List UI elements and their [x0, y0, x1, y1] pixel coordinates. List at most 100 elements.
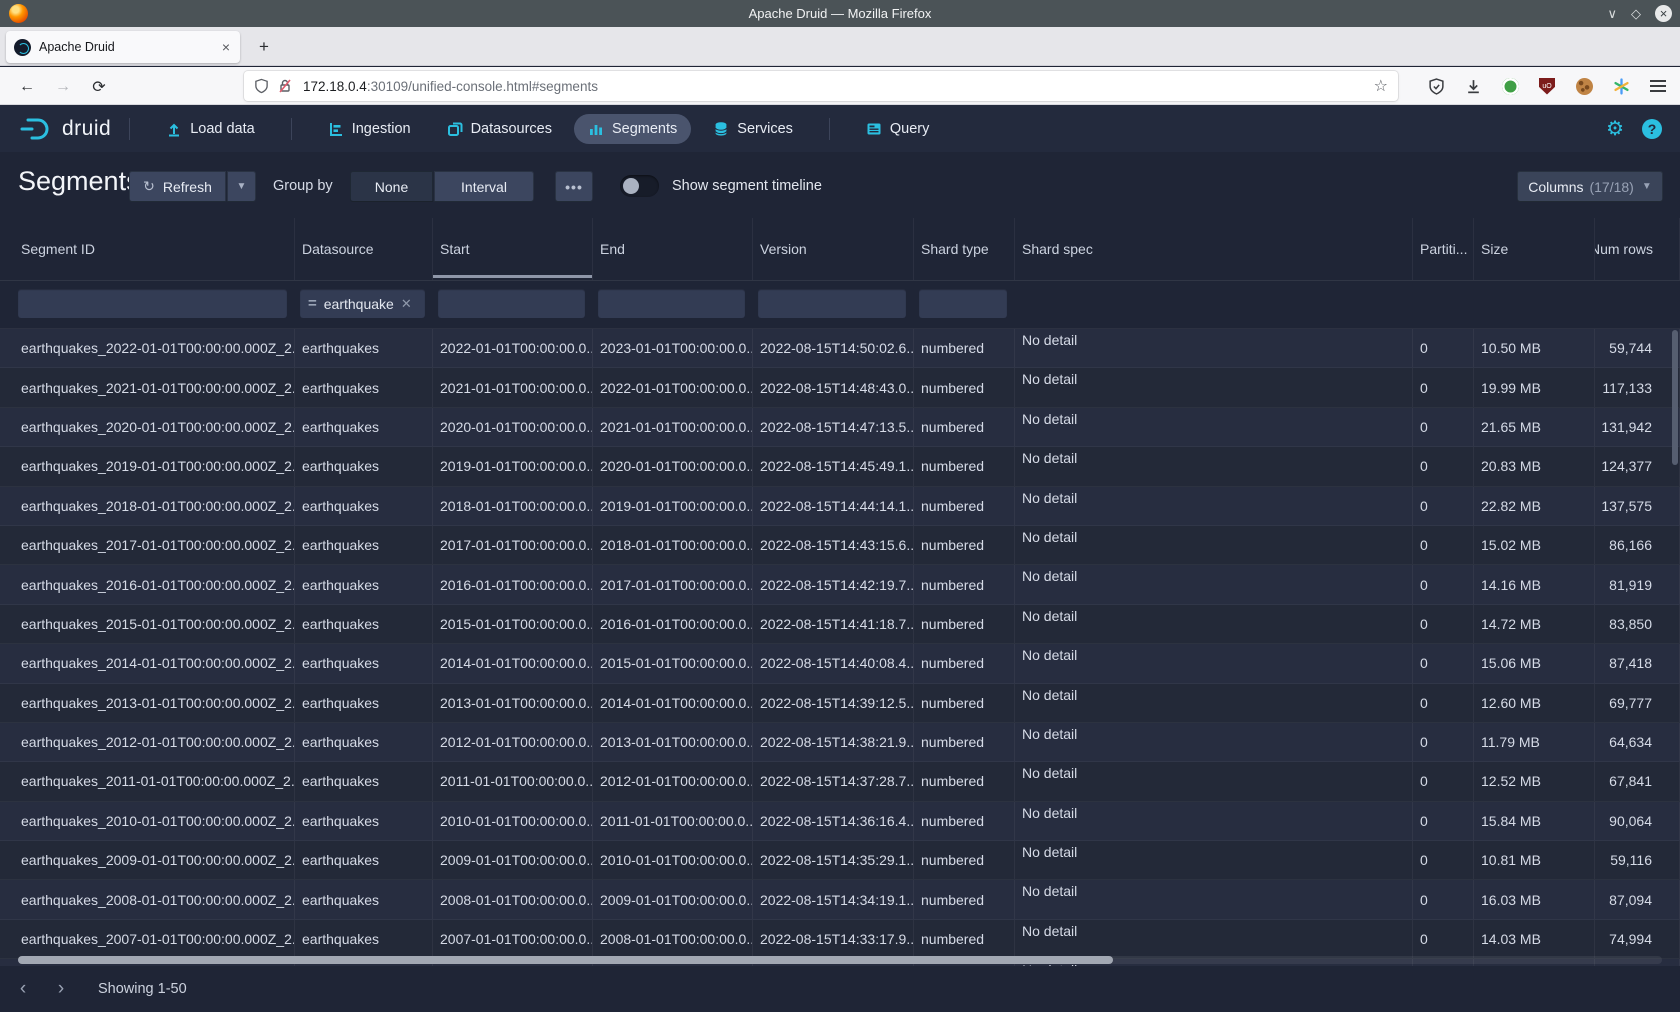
- group-by-none-button[interactable]: None: [350, 171, 433, 202]
- nav-item-datasources[interactable]: Datasources: [433, 114, 566, 144]
- column-header-datasource[interactable]: Datasource: [295, 218, 433, 280]
- druid-logo[interactable]: druid: [20, 116, 111, 142]
- column-header-num-rows[interactable]: Num rows: [1595, 218, 1680, 280]
- cell-segment-id[interactable]: earthquakes_2008-01-01T00:00:00.000Z_2..…: [0, 880, 295, 918]
- cell-shard-spec[interactable]: No detail: [1015, 329, 1413, 367]
- back-button[interactable]: ←: [14, 74, 40, 100]
- browser-window: Apache Druid — Mozilla Firefox ∨ ◇ × Apa…: [0, 0, 1680, 1012]
- tab-close-icon[interactable]: ×: [220, 39, 232, 55]
- filter-input-end[interactable]: [598, 289, 745, 318]
- filter-input-version[interactable]: [758, 289, 906, 318]
- nav-item-load-data[interactable]: Load data: [152, 114, 269, 144]
- cell-shard-spec[interactable]: No detail: [1015, 368, 1413, 406]
- settings-gear-icon[interactable]: ⚙: [1606, 116, 1624, 141]
- next-page-button[interactable]: ›: [46, 974, 76, 1004]
- cell-partiti-: 0: [1413, 920, 1474, 958]
- horizontal-scrollbar[interactable]: [18, 956, 1662, 964]
- ublock-origin-icon[interactable]: uO: [1537, 76, 1557, 96]
- refresh-dropdown-button[interactable]: ▼: [227, 171, 256, 202]
- column-header-segment-id[interactable]: Segment ID: [0, 218, 295, 280]
- cell-segment-id[interactable]: earthquakes_2016-01-01T00:00:00.000Z_2..…: [0, 565, 295, 603]
- cell-shard-spec[interactable]: No detail: [1015, 565, 1413, 603]
- cell-shard-type: numbered: [914, 880, 1015, 918]
- cell-shard-spec[interactable]: No detail: [1015, 684, 1413, 722]
- browser-tab[interactable]: Apache Druid ×: [6, 31, 240, 63]
- url-bar[interactable]: 172.18.0.4:30109/unified-console.html#se…: [244, 71, 1398, 101]
- cell-shard-spec[interactable]: No detail: [1015, 526, 1413, 564]
- cell-segment-id[interactable]: earthquakes_2012-01-01T00:00:00.000Z_2..…: [0, 723, 295, 761]
- reload-button[interactable]: ⟳: [86, 74, 112, 100]
- cookie-extension-icon[interactable]: [1574, 76, 1594, 96]
- filter-cell: [753, 281, 914, 328]
- cell-segment-id[interactable]: earthquakes_2013-01-01T00:00:00.000Z_2..…: [0, 684, 295, 722]
- cell-segment-id[interactable]: earthquakes_2020-01-01T00:00:00.000Z_2..…: [0, 408, 295, 446]
- cell-segment-id[interactable]: earthquakes_2009-01-01T00:00:00.000Z_2..…: [0, 841, 295, 879]
- column-header-shard-spec[interactable]: Shard spec: [1015, 218, 1413, 280]
- extension-green-icon[interactable]: [1500, 76, 1520, 96]
- insecure-lock-icon[interactable]: [277, 78, 293, 94]
- previous-page-button[interactable]: ‹: [8, 974, 38, 1004]
- filter-input-datasource[interactable]: =earthquake✕: [300, 289, 425, 318]
- menu-hamburger-icon[interactable]: [1648, 76, 1668, 96]
- cell-shard-spec[interactable]: No detail: [1015, 605, 1413, 643]
- cell-shard-spec[interactable]: No detail: [1015, 408, 1413, 446]
- multicolor-asterisk-extension-icon[interactable]: [1611, 76, 1631, 96]
- cell-shard-spec[interactable]: No detail: [1015, 487, 1413, 525]
- cell-shard-spec[interactable]: No detail: [1015, 762, 1413, 800]
- cell-segment-id[interactable]: earthquakes_2018-01-01T00:00:00.000Z_2..…: [0, 487, 295, 525]
- cell-shard-spec[interactable]: No detail: [1015, 723, 1413, 761]
- cell-segment-id[interactable]: earthquakes_2019-01-01T00:00:00.000Z_2..…: [0, 447, 295, 485]
- vertical-scrollbar-thumb[interactable]: [1672, 330, 1678, 465]
- filter-input-start[interactable]: [438, 289, 585, 318]
- cell-segment-id[interactable]: earthquakes_2007-01-01T00:00:00.000Z_2..…: [0, 920, 295, 958]
- cell-segment-id[interactable]: earthquakes_2015-01-01T00:00:00.000Z_2..…: [0, 605, 295, 643]
- cell-shard-spec[interactable]: No detail: [1015, 447, 1413, 485]
- cell-segment-id[interactable]: earthquakes_2021-01-01T00:00:00.000Z_2..…: [0, 368, 295, 406]
- column-header-start[interactable]: Start: [433, 218, 593, 280]
- group-by-segmented-control: None Interval: [350, 171, 534, 202]
- window-maximize-icon[interactable]: ◇: [1631, 7, 1641, 20]
- window-minimize-icon[interactable]: ∨: [1607, 7, 1617, 20]
- columns-button[interactable]: Columns (17/18) ▼: [1517, 171, 1663, 202]
- remove-filter-icon[interactable]: ✕: [401, 296, 412, 312]
- help-icon[interactable]: ?: [1642, 119, 1662, 139]
- column-header-shard-type[interactable]: Shard type: [914, 218, 1015, 280]
- cell-shard-spec[interactable]: No detail: [1015, 802, 1413, 840]
- group-by-interval-button[interactable]: Interval: [434, 171, 534, 202]
- refresh-button[interactable]: ↻ Refresh: [129, 171, 226, 202]
- segment-timeline-toggle[interactable]: [620, 175, 659, 197]
- cell-shard-spec[interactable]: No detail: [1015, 880, 1413, 918]
- column-header-version[interactable]: Version: [753, 218, 914, 280]
- cell-shard-spec[interactable]: No detail: [1015, 644, 1413, 682]
- forward-button[interactable]: →: [50, 74, 76, 100]
- filter-input-segment-id[interactable]: [18, 289, 287, 318]
- cell-segment-id[interactable]: earthquakes_2017-01-01T00:00:00.000Z_2..…: [0, 526, 295, 564]
- cell-partiti-: 0: [1413, 487, 1474, 525]
- filter-chip[interactable]: =earthquake✕: [308, 295, 412, 312]
- shield-permissions-icon[interactable]: [254, 78, 269, 94]
- nav-item-query[interactable]: Query: [852, 114, 944, 144]
- horizontal-scrollbar-thumb[interactable]: [18, 956, 1113, 964]
- cell-segment-id[interactable]: earthquakes_2022-01-01T00:00:00.000Z_2..…: [0, 329, 295, 367]
- downloads-icon[interactable]: [1463, 76, 1483, 96]
- column-header-size[interactable]: Size: [1474, 218, 1595, 280]
- cell-segment-id[interactable]: earthquakes_2011-01-01T00:00:00.000Z_2..…: [0, 762, 295, 800]
- more-options-button[interactable]: •••: [555, 171, 593, 202]
- nav-item-services[interactable]: Services: [699, 114, 807, 144]
- protections-shield-icon[interactable]: [1426, 76, 1446, 96]
- cell-shard-spec[interactable]: No detail: [1015, 841, 1413, 879]
- nav-item-segments[interactable]: Segments: [574, 114, 691, 144]
- nav-item-ingestion[interactable]: Ingestion: [314, 114, 425, 144]
- cell-segment-id[interactable]: earthquakes_2014-01-01T00:00:00.000Z_2..…: [0, 644, 295, 682]
- bookmark-star-icon[interactable]: ☆: [1374, 76, 1388, 96]
- new-tab-button[interactable]: +: [252, 35, 276, 59]
- url-text[interactable]: 172.18.0.4:30109/unified-console.html#se…: [303, 79, 1374, 94]
- filter-input-shard-type[interactable]: [919, 289, 1007, 318]
- window-close-icon[interactable]: ×: [1655, 5, 1672, 22]
- column-header-partiti-[interactable]: Partiti...: [1413, 218, 1474, 280]
- columns-count: (17/18): [1589, 179, 1633, 195]
- column-header-end[interactable]: End: [593, 218, 753, 280]
- cell-segment-id[interactable]: earthquakes_2010-01-01T00:00:00.000Z_2..…: [0, 802, 295, 840]
- cell-shard-spec[interactable]: No detail: [1015, 920, 1413, 958]
- cell-start: 2016-01-01T00:00:00.0...: [433, 565, 593, 603]
